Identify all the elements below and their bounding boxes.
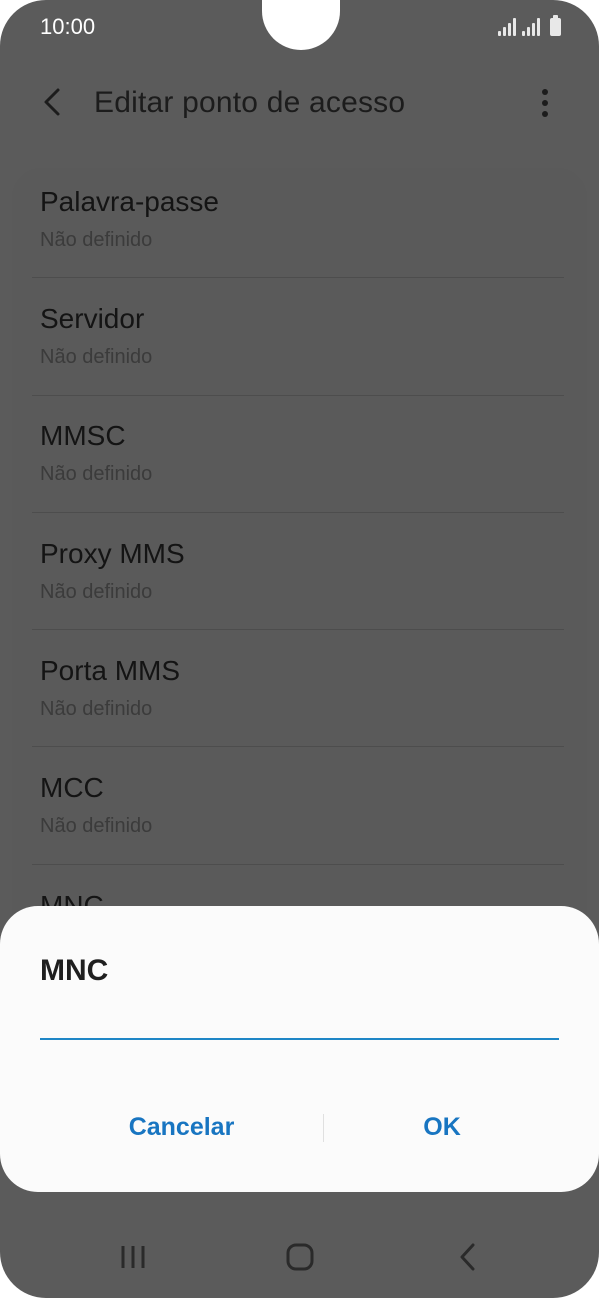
more-vert-icon	[542, 89, 548, 117]
mnc-input[interactable]	[40, 1002, 559, 1040]
navigation-bar	[0, 1218, 599, 1298]
setting-title: Palavra-passe	[40, 186, 219, 217]
recents-button[interactable]	[103, 1228, 163, 1288]
divider	[32, 277, 564, 278]
home-icon	[286, 1243, 314, 1271]
ok-button[interactable]: OK	[331, 1102, 553, 1152]
nav-back-button[interactable]	[438, 1228, 498, 1288]
setting-value: Não definido	[40, 815, 153, 837]
status-time: 10:00	[40, 14, 96, 39]
divider	[32, 395, 564, 396]
cancel-button[interactable]: Cancelar	[60, 1102, 303, 1152]
back-button[interactable]	[34, 82, 74, 122]
status-icons	[498, 15, 561, 36]
back-icon	[460, 1243, 475, 1271]
home-button[interactable]	[270, 1228, 330, 1288]
signal-icon	[498, 16, 516, 36]
more-options-button[interactable]	[530, 84, 560, 124]
recents-icon	[121, 1246, 145, 1268]
setting-title: MCC	[40, 772, 104, 803]
setting-title: Proxy MMS	[40, 538, 185, 569]
divider	[32, 629, 564, 630]
battery-icon	[550, 15, 561, 36]
mnc-dialog: MNC Cancelar OK	[0, 906, 599, 1192]
setting-item-server[interactable]: Servidor Não definido	[40, 285, 562, 402]
setting-item-password[interactable]: Palavra-passe Não definido	[40, 168, 562, 285]
setting-value: Não definido	[40, 581, 153, 603]
divider	[32, 746, 564, 747]
setting-item-mms-proxy[interactable]: Proxy MMS Não definido	[40, 520, 562, 637]
setting-item-mmsc[interactable]: MMSC Não definido	[40, 402, 562, 519]
setting-title: Porta MMS	[40, 655, 181, 686]
divider	[32, 864, 564, 865]
status-bar: 10:00	[0, 0, 599, 54]
setting-item-mcc[interactable]: MCC Não definido	[40, 754, 562, 871]
signal-icon	[522, 16, 540, 36]
setting-item-mms-port[interactable]: Porta MMS Não definido	[40, 637, 562, 754]
page-title: Editar ponto de acesso	[94, 86, 406, 119]
setting-title: Servidor	[40, 303, 145, 334]
chevron-left-icon	[44, 88, 60, 116]
button-separator	[323, 1114, 324, 1142]
setting-value: Não definido	[40, 698, 153, 720]
dialog-title: MNC	[40, 954, 109, 987]
setting-value: Não definido	[40, 229, 153, 251]
app-bar: Editar ponto de acesso	[0, 70, 599, 136]
divider	[32, 512, 564, 513]
phone-screen: 10:00 Editar ponto de acesso Palavra-pas…	[0, 0, 599, 1298]
setting-title: MMSC	[40, 420, 126, 451]
setting-value: Não definido	[40, 346, 153, 368]
setting-value: Não definido	[40, 463, 153, 485]
